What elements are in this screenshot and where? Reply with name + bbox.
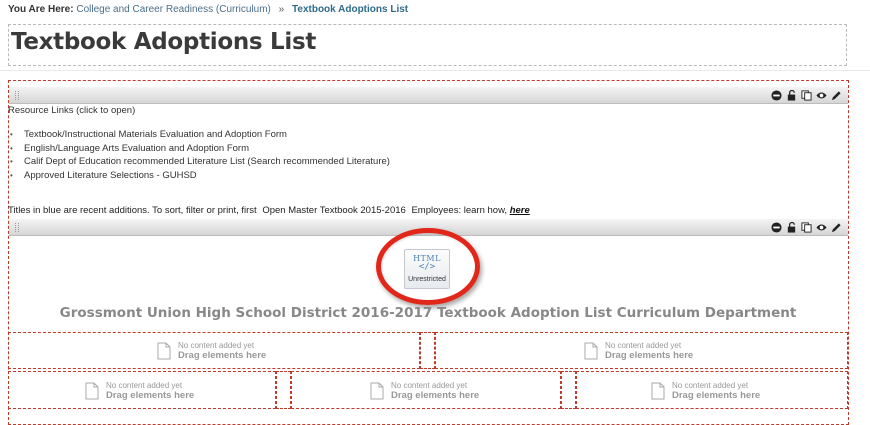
remove-icon[interactable] xyxy=(770,221,782,233)
copy-icon[interactable] xyxy=(800,89,812,101)
drop-zone[interactable]: No content added yet Drag elements here xyxy=(8,332,420,369)
no-content-text: No content added yet xyxy=(106,381,183,390)
drop-zone-spacer[interactable] xyxy=(420,332,435,369)
document-icon xyxy=(584,342,598,360)
drop-zone[interactable]: No content added yet Drag elements here xyxy=(291,371,561,409)
page-title: Textbook Adoptions List xyxy=(11,29,317,55)
drag-elements-text: Drag elements here xyxy=(106,390,195,401)
header-divider xyxy=(0,70,870,71)
drag-elements-text: Drag elements here xyxy=(391,390,480,401)
document-icon xyxy=(157,342,171,360)
document-icon xyxy=(85,382,99,400)
document-icon xyxy=(651,382,665,400)
title-container: Textbook Adoptions List xyxy=(8,24,847,66)
breadcrumb: You Are Here: College and Career Readine… xyxy=(8,4,408,15)
highlight-circle xyxy=(376,228,480,305)
edit-icon[interactable] xyxy=(830,221,842,233)
resource-link[interactable]: Textbook/Instructional Materials Evaluat… xyxy=(10,128,390,142)
copy-icon[interactable] xyxy=(800,221,812,233)
drop-zone-spacer[interactable] xyxy=(276,371,291,409)
unlock-icon[interactable] xyxy=(785,221,797,233)
document-icon xyxy=(370,382,384,400)
breadcrumb-prefix: You Are Here: xyxy=(8,4,74,15)
view-icon[interactable] xyxy=(815,89,827,101)
edit-icon[interactable] xyxy=(830,89,842,101)
no-content-text: No content added yet xyxy=(672,381,749,390)
drop-zone[interactable]: No content added yet Drag elements here xyxy=(435,332,848,369)
resource-link[interactable]: English/Language Arts Evaluation and Ado… xyxy=(10,142,390,156)
district-heading: Grossmont Union High School District 201… xyxy=(59,305,797,321)
breadcrumb-separator: » xyxy=(278,4,285,15)
toolbar-icons xyxy=(770,89,842,101)
instructions-note: Titles in blue are recent additions. To … xyxy=(8,205,530,216)
drop-zone[interactable]: No content added yet Drag elements here xyxy=(8,371,276,409)
drag-elements-text: Drag elements here xyxy=(672,390,761,401)
drag-handle[interactable] xyxy=(15,91,19,100)
master-textbook-link[interactable]: Open Master Textbook 2015-2016 xyxy=(262,205,405,216)
drag-elements-text: Drag elements here xyxy=(605,350,694,361)
resource-links-list: Textbook/Instructional Materials Evaluat… xyxy=(10,128,390,182)
drop-zone[interactable]: No content added yet Drag elements here xyxy=(576,371,848,409)
resource-toolbar[interactable] xyxy=(9,87,848,104)
drag-handle[interactable] xyxy=(15,223,19,232)
no-content-text: No content added yet xyxy=(178,341,255,350)
employees-text: Employees: learn how, xyxy=(411,205,508,216)
toolbar-icons xyxy=(770,221,842,233)
breadcrumb-parent-link[interactable]: College and Career Readiness (Curriculum… xyxy=(76,4,271,15)
note-text: Titles in blue are recent additions. To … xyxy=(8,205,257,216)
unlock-icon[interactable] xyxy=(785,89,797,101)
view-icon[interactable] xyxy=(815,221,827,233)
no-content-text: No content added yet xyxy=(605,341,682,350)
breadcrumb-current[interactable]: Textbook Adoptions List xyxy=(292,4,408,15)
drop-zone-spacer[interactable] xyxy=(561,371,576,409)
resource-link[interactable]: Approved Literature Selections - GUHSD xyxy=(10,169,390,183)
learn-how-link[interactable]: here xyxy=(510,205,530,216)
drag-elements-text: Drag elements here xyxy=(178,350,267,361)
remove-icon[interactable] xyxy=(770,89,782,101)
no-content-text: No content added yet xyxy=(391,381,468,390)
resource-link[interactable]: Calif Dept of Education recommended Lite… xyxy=(10,155,390,169)
resource-links-heading: Resource Links (click to open) xyxy=(8,105,136,116)
